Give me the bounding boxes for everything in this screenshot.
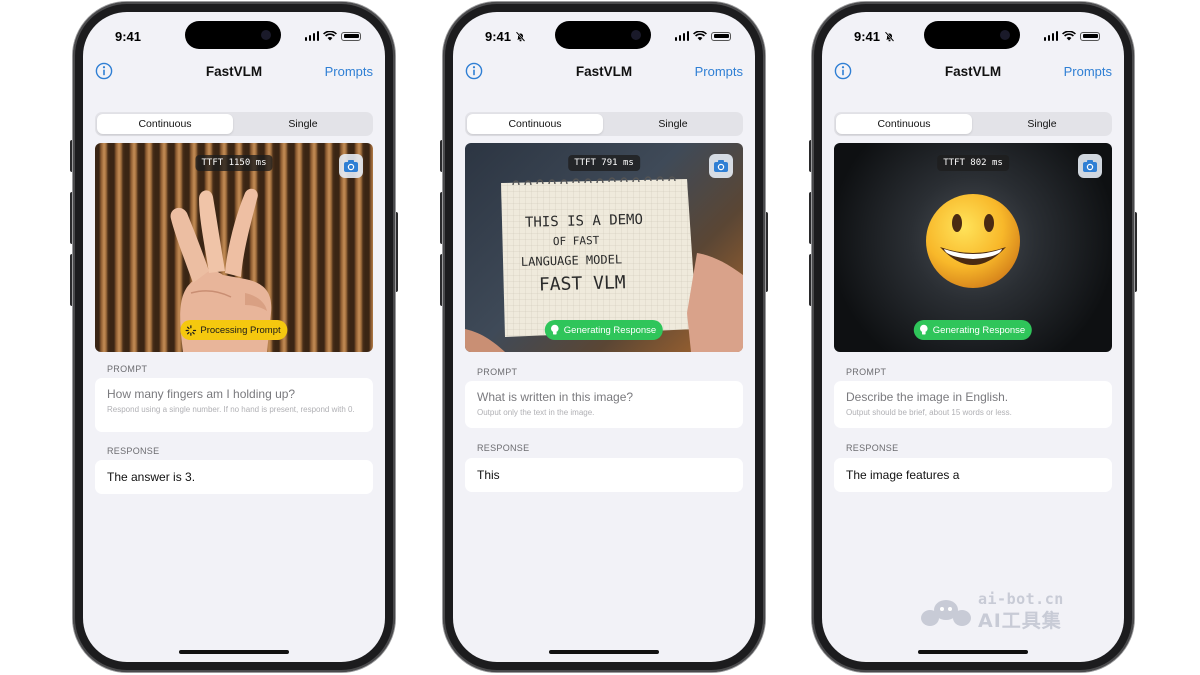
- phone-1: 9:41 FastVLM Prompts Continuous Single T…: [70, 2, 398, 672]
- response-card: The image features a: [834, 458, 1112, 492]
- camera-flip-icon: [344, 160, 358, 172]
- screen: 9:41 FastVLM Prompts Continuous Single T…: [83, 12, 385, 662]
- status-time: 9:41: [485, 29, 526, 44]
- prompt-text: What is written in this image?: [477, 390, 634, 404]
- segment-single[interactable]: Single: [605, 114, 741, 134]
- watermark-name: AI工具集: [978, 610, 1062, 632]
- response-section-label: RESPONSE: [477, 443, 530, 453]
- battery-icon: [1080, 31, 1100, 41]
- prompt-instruction: Respond using a single number. If no han…: [107, 405, 355, 414]
- camera-preview: THIS IS A DEMO OF FAST LANGUAGE MODEL FA…: [465, 143, 743, 352]
- signal-icon: [674, 31, 689, 41]
- status-badge: Generating Response: [913, 320, 1033, 340]
- battery-icon: [341, 31, 361, 41]
- lightbulb-icon: [550, 324, 559, 335]
- wifi-icon: [693, 31, 707, 41]
- status-badge: Processing Prompt: [180, 320, 288, 340]
- nav-bar: FastVLM Prompts: [83, 62, 385, 84]
- spinner-icon: [185, 324, 197, 336]
- bell-slash-icon: [515, 31, 526, 42]
- camera-flip-icon: [1083, 160, 1097, 172]
- camera-flip-icon: [714, 160, 728, 172]
- status-badge-label: Generating Response: [563, 324, 657, 336]
- response-section-label: RESPONSE: [846, 443, 899, 453]
- segment-continuous[interactable]: Continuous: [467, 114, 603, 134]
- prompts-button[interactable]: Prompts: [325, 64, 373, 79]
- prompt-text: Describe the image in English.: [846, 390, 1009, 404]
- wifi-icon: [1062, 31, 1076, 41]
- mode-segmented-control: Continuous Single: [465, 112, 743, 136]
- dynamic-island: [555, 21, 651, 49]
- prompt-section-label: PROMPT: [107, 364, 148, 374]
- dynamic-island: [924, 21, 1020, 49]
- home-indicator[interactable]: [179, 650, 289, 654]
- mode-segmented-control: Continuous Single: [834, 112, 1112, 136]
- status-icons: [674, 31, 731, 41]
- mode-segmented-control: Continuous Single: [95, 112, 373, 136]
- note-line-3: LANGUAGE MODEL: [521, 252, 622, 269]
- camera-preview: TTFT 1150 ms Processing Prompt: [95, 143, 373, 352]
- segment-single[interactable]: Single: [974, 114, 1110, 134]
- prompts-button[interactable]: Prompts: [695, 64, 743, 79]
- response-section-label: RESPONSE: [107, 446, 160, 456]
- note-line-1: THIS IS A DEMO: [525, 212, 643, 231]
- status-icons: [1043, 31, 1100, 41]
- camera-flip-button[interactable]: [339, 154, 363, 178]
- status-time-label: 9:41: [854, 29, 881, 44]
- note-line-4: FAST VLM: [539, 272, 626, 295]
- prompt-card[interactable]: What is written in this image? Output on…: [465, 381, 743, 428]
- response-text: The answer is 3.: [107, 470, 196, 484]
- prompt-instruction: Output only the text in the image.: [477, 408, 595, 417]
- segment-continuous[interactable]: Continuous: [836, 114, 972, 134]
- status-time-label: 9:41: [485, 29, 512, 44]
- camera-flip-button[interactable]: [709, 154, 733, 178]
- wifi-icon: [323, 31, 337, 41]
- status-badge-label: Generating Response: [932, 324, 1026, 336]
- status-time: 9:41: [854, 29, 895, 44]
- prompt-card[interactable]: Describe the image in English. Output sh…: [834, 381, 1112, 428]
- nav-bar: FastVLM Prompts: [822, 62, 1124, 84]
- ttft-label: TTFT 791 ms: [568, 155, 640, 171]
- camera-flip-button[interactable]: [1078, 154, 1102, 178]
- home-indicator[interactable]: [918, 650, 1028, 654]
- phone-2: 9:41 FastVLM Prompts Continuous Single T…: [440, 2, 768, 672]
- prompt-text: How many fingers am I holding up?: [107, 387, 296, 401]
- watermark: ai-bot.cn AI工具集: [920, 590, 1080, 634]
- status-badge-label: Processing Prompt: [200, 324, 281, 336]
- screen: 9:41 FastVLM Prompts Continuous Single T…: [822, 12, 1124, 662]
- dynamic-island: [185, 21, 281, 49]
- status-badge: Generating Response: [544, 320, 664, 340]
- signal-icon: [304, 31, 319, 41]
- lightbulb-icon: [919, 324, 928, 335]
- response-card: This: [465, 458, 743, 492]
- response-text: The image features a: [846, 468, 960, 482]
- prompt-instruction: Output should be brief, about 15 words o…: [846, 408, 1012, 417]
- prompts-button[interactable]: Prompts: [1064, 64, 1112, 79]
- segment-single[interactable]: Single: [235, 114, 371, 134]
- screen: 9:41 FastVLM Prompts Continuous Single T…: [453, 12, 755, 662]
- ttft-label: TTFT 802 ms: [937, 155, 1009, 171]
- prompt-card[interactable]: How many fingers am I holding up? Respon…: [95, 378, 373, 432]
- response-text: This: [477, 468, 500, 482]
- phone-3: 9:41 FastVLM Prompts Continuous Single T…: [809, 2, 1137, 672]
- battery-icon: [711, 31, 731, 41]
- signal-icon: [1043, 31, 1058, 41]
- home-indicator[interactable]: [549, 650, 659, 654]
- nav-bar: FastVLM Prompts: [453, 62, 755, 84]
- segment-continuous[interactable]: Continuous: [97, 114, 233, 134]
- note-line-2: OF FAST: [553, 234, 600, 248]
- camera-preview: TTFT 802 ms Generating Response: [834, 143, 1112, 352]
- response-card: The answer is 3.: [95, 460, 373, 494]
- robot-logo-icon: [921, 600, 971, 626]
- bell-slash-icon: [884, 31, 895, 42]
- prompt-section-label: PROMPT: [477, 367, 518, 377]
- status-icons: [304, 31, 361, 41]
- prompt-section-label: PROMPT: [846, 367, 887, 377]
- ttft-label: TTFT 1150 ms: [195, 155, 273, 171]
- status-time: 9:41: [115, 29, 142, 44]
